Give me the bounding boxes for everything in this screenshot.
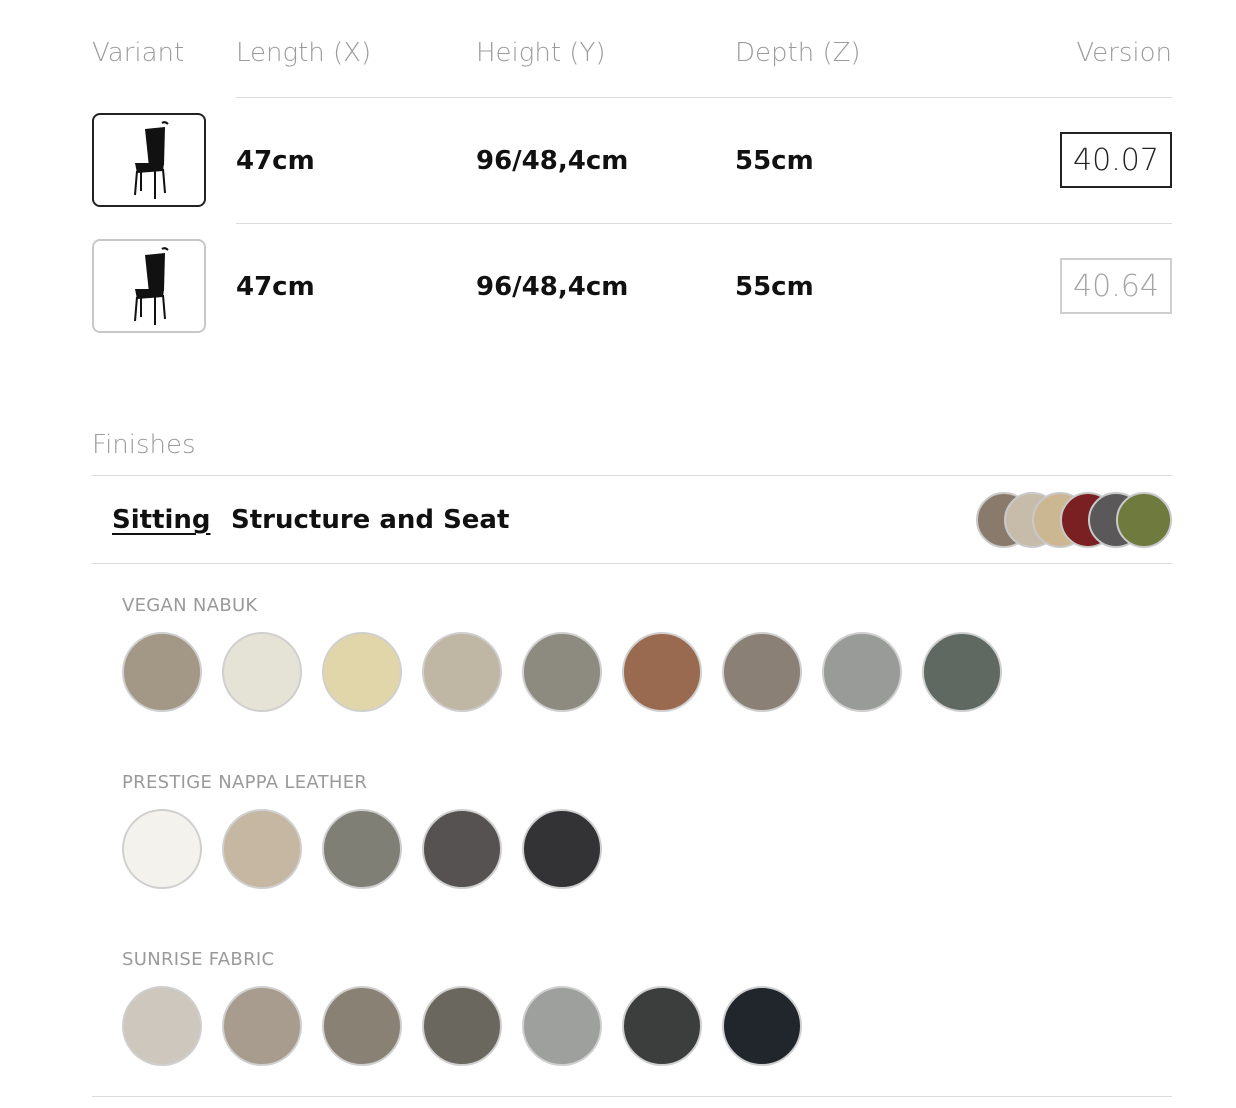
color-swatch[interactable] bbox=[222, 986, 302, 1066]
divider bbox=[92, 1096, 1172, 1097]
tab-sitting[interactable]: Sitting bbox=[112, 505, 211, 535]
divider bbox=[92, 563, 1172, 564]
tab-structure-and-seat[interactable]: Structure and Seat bbox=[231, 505, 509, 535]
depth-value: 55cm bbox=[735, 146, 814, 176]
color-swatch[interactable] bbox=[822, 632, 902, 712]
color-swatch[interactable] bbox=[622, 986, 702, 1066]
color-swatch[interactable] bbox=[622, 632, 702, 712]
swatch-list bbox=[122, 809, 602, 891]
variant-row[interactable]: 47cm 96/48,4cm 55cm 40.64 bbox=[92, 224, 1172, 334]
chair-icon bbox=[134, 121, 169, 199]
product-specs: Variant Length (X) Height (Y) Depth (Z) … bbox=[92, 0, 1172, 1097]
color-swatch[interactable] bbox=[322, 809, 402, 889]
color-swatch[interactable] bbox=[322, 632, 402, 712]
header-height: Height (Y) bbox=[476, 38, 606, 68]
chair-icon bbox=[134, 247, 169, 325]
color-swatch[interactable] bbox=[922, 632, 1002, 712]
color-swatch[interactable] bbox=[722, 632, 802, 712]
color-swatch[interactable] bbox=[122, 632, 202, 712]
header-variant: Variant bbox=[92, 38, 185, 68]
height-value: 96/48,4cm bbox=[476, 272, 629, 302]
finishes-title: Finishes bbox=[92, 430, 196, 460]
header-version: Version bbox=[1076, 38, 1172, 68]
swatch-list bbox=[122, 986, 802, 1068]
finish-group-prestige-nappa-leather: PRESTIGE NAPPA LEATHER bbox=[122, 772, 602, 891]
color-swatch[interactable] bbox=[122, 986, 202, 1066]
length-value: 47cm bbox=[236, 146, 315, 176]
height-value: 96/48,4cm bbox=[476, 146, 629, 176]
header-length: Length (X) bbox=[236, 38, 372, 68]
color-swatch[interactable] bbox=[122, 809, 202, 889]
depth-value: 55cm bbox=[735, 272, 814, 302]
color-swatch[interactable] bbox=[222, 809, 302, 889]
variant-row[interactable]: 47cm 96/48,4cm 55cm 40.07 bbox=[92, 98, 1172, 224]
color-swatch[interactable] bbox=[322, 986, 402, 1066]
color-swatch[interactable] bbox=[522, 986, 602, 1066]
color-swatch[interactable] bbox=[422, 986, 502, 1066]
preview-swatch bbox=[1116, 492, 1172, 548]
length-value: 47cm bbox=[236, 272, 315, 302]
version-button[interactable]: 40.64 bbox=[1060, 258, 1172, 314]
variant-thumbnail-button[interactable] bbox=[92, 113, 206, 207]
color-swatch[interactable] bbox=[222, 632, 302, 712]
swatch-list bbox=[122, 632, 1002, 714]
finish-group-label: PRESTIGE NAPPA LEATHER bbox=[122, 772, 368, 793]
color-swatch[interactable] bbox=[722, 986, 802, 1066]
color-swatch[interactable] bbox=[522, 632, 602, 712]
header-depth: Depth (Z) bbox=[735, 38, 861, 68]
color-swatch[interactable] bbox=[522, 809, 602, 889]
color-swatch[interactable] bbox=[422, 632, 502, 712]
version-button-selected[interactable]: 40.07 bbox=[1060, 132, 1172, 188]
finish-group-sunrise-fabric: SUNRISE FABRIC bbox=[122, 949, 802, 1068]
variants-table-header: Variant Length (X) Height (Y) Depth (Z) … bbox=[92, 0, 1172, 98]
finishes-tabs: Sitting Structure and Seat bbox=[92, 476, 1172, 564]
color-swatch[interactable] bbox=[422, 809, 502, 889]
variant-thumbnail-button[interactable] bbox=[92, 239, 206, 333]
finish-preview-swatches[interactable] bbox=[976, 492, 1172, 548]
finish-group-label: SUNRISE FABRIC bbox=[122, 949, 275, 970]
finish-group-vegan-nabuk: VEGAN NABUK bbox=[122, 595, 1002, 714]
finish-group-label: VEGAN NABUK bbox=[122, 595, 258, 616]
